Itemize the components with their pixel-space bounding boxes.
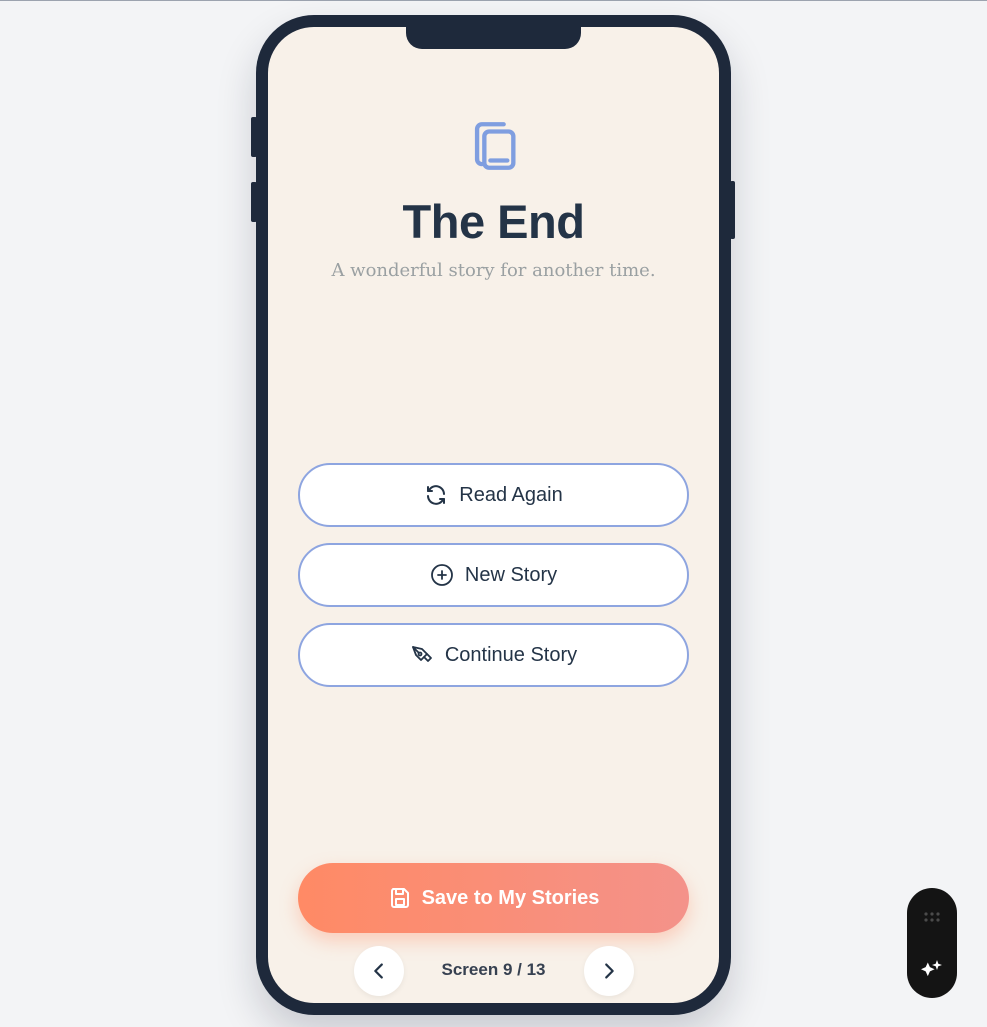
floating-toolbar bbox=[907, 888, 957, 998]
next-screen-button[interactable] bbox=[584, 946, 634, 996]
chevron-left-icon bbox=[374, 963, 383, 979]
sparkle-icon[interactable] bbox=[920, 958, 944, 982]
read-again-label: Read Again bbox=[459, 483, 563, 506]
grip-icon[interactable] bbox=[924, 912, 940, 924]
new-story-button[interactable]: New Story bbox=[298, 543, 689, 607]
read-again-button[interactable]: Read Again bbox=[298, 463, 689, 527]
book-copy-icon bbox=[474, 122, 516, 170]
chevron-right-icon bbox=[605, 963, 614, 979]
power-button bbox=[730, 181, 735, 239]
continue-story-button[interactable]: Continue Story bbox=[298, 623, 689, 687]
plus-circle-icon bbox=[430, 564, 453, 586]
end-subtitle: A wonderful story for another time. bbox=[331, 260, 656, 281]
screen-counter: Screen 9 / 13 bbox=[441, 960, 546, 979]
save-icon bbox=[390, 888, 409, 908]
volume-down-button bbox=[251, 182, 257, 222]
new-story-label: New Story bbox=[464, 563, 558, 586]
pen-tool-icon bbox=[411, 646, 432, 662]
volume-up-button bbox=[251, 117, 257, 157]
notch bbox=[406, 27, 581, 49]
phone-screen: The End A wonderful story for another ti… bbox=[268, 27, 719, 1003]
save-to-my-stories-button[interactable]: Save to My Stories bbox=[298, 863, 689, 933]
phone-frame: The End A wonderful story for another ti… bbox=[251, 15, 735, 1015]
save-label: Save to My Stories bbox=[421, 886, 600, 909]
end-title: The End bbox=[402, 195, 585, 248]
previous-screen-button[interactable] bbox=[354, 946, 404, 996]
refresh-icon bbox=[427, 485, 446, 505]
continue-story-label: Continue Story bbox=[444, 643, 578, 666]
